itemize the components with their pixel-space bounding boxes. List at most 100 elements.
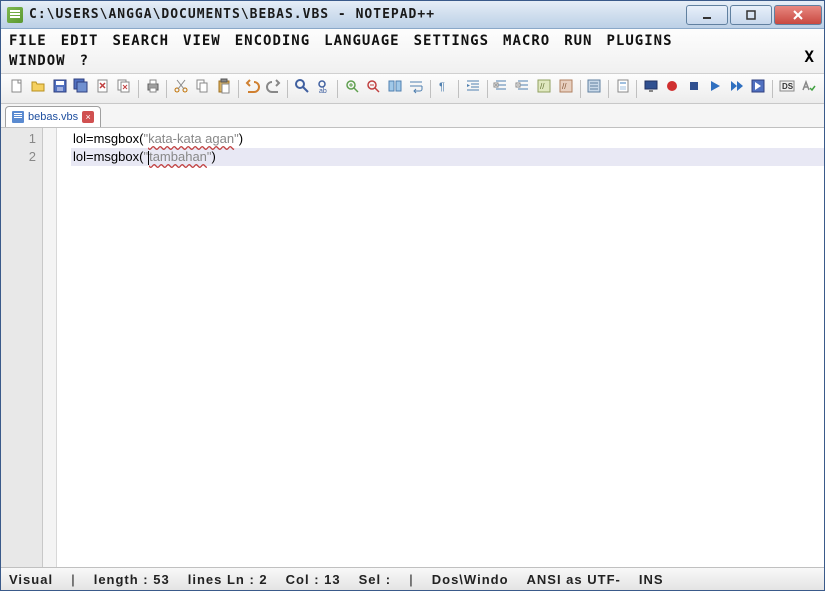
toolbar-paste[interactable] [214,78,233,100]
code-line-1[interactable]: lol=msgbox("kata-kata agan") [71,130,824,148]
toolbar-indent[interactable] [463,78,482,100]
code-area[interactable]: lol=msgbox("kata-kata agan")lol=msgbox("… [71,128,824,567]
window-title: C:\USERS\ANGGA\DOCUMENTS\BEBAS.VBS - NOT… [29,7,686,22]
status-col-value: 13 [324,572,340,587]
editor-area: 12 lol=msgbox("kata-kata agan")lol=msgbo… [1,128,824,568]
toolbar-wrap[interactable] [407,78,426,100]
maximize-button[interactable] [730,5,772,25]
tab-close-button[interactable]: × [82,111,94,123]
indent-icon [465,78,481,99]
status-length-value: 53 [153,572,169,587]
close-icon [95,78,111,99]
menu-encoding[interactable]: ENCODING [235,33,310,49]
toolbar-save-all[interactable] [71,78,90,100]
toolbar-monitor[interactable] [641,78,660,100]
toolbar-separator [287,80,288,98]
redo-icon [266,78,282,99]
save-all-icon [73,78,89,99]
toolbar-separator [580,80,581,98]
toolbar-separator [166,80,167,98]
menu-edit[interactable]: EDIT [61,33,99,49]
menu-help[interactable]: ? [80,53,89,69]
toolbar-copy[interactable] [193,78,212,100]
toolbar-all-chars[interactable]: ¶ [435,78,454,100]
line-number: 2 [1,148,36,166]
window-controls [686,5,822,25]
toolbar-ds[interactable]: DS [777,78,796,100]
svg-text:¶: ¶ [439,81,445,93]
tab-bebas-vbs[interactable]: bebas.vbs × [5,106,101,127]
copy-icon [194,78,210,99]
menu-view[interactable]: VIEW [183,33,221,49]
menu-search[interactable]: SEARCH [112,33,169,49]
menu-bar: FILE EDIT SEARCH VIEW ENCODING LANGUAGE SETTIN… [1,29,824,74]
toolbar-close-all[interactable] [114,78,133,100]
menu-run[interactable]: RUN [564,33,592,49]
toolbar-unfold[interactable] [513,78,532,100]
status-bar: Visual | length : 53 lines Ln : 2 Col : … [1,568,824,590]
toolbar-save-macro[interactable] [749,78,768,100]
uncomment-icon: // [558,78,574,99]
save-macro-icon [750,78,766,99]
status-length-label: length : [94,572,149,587]
unfold-icon [515,78,531,99]
status-lines-label: lines Ln : [188,572,255,587]
comment-icon: // [536,78,552,99]
svg-text://: // [562,82,567,91]
toolbar-open[interactable] [28,78,47,100]
toolbar-func-list[interactable] [585,78,604,100]
close-all-icon [116,78,132,99]
tab-label: bebas.vbs [28,111,78,123]
file-icon [12,111,24,123]
toolbar-separator [487,80,488,98]
svg-text:ab: ab [319,88,327,94]
toolbar-sync[interactable] [385,78,404,100]
menu-plugins[interactable]: PLUGINS [607,33,673,49]
undo-icon [244,78,260,99]
toolbar-find[interactable] [292,78,311,100]
toolbar-uncomment[interactable]: // [556,78,575,100]
toolbar-save[interactable] [50,78,69,100]
toolbar-separator [138,80,139,98]
title-bar[interactable]: C:\USERS\ANGGA\DOCUMENTS\BEBAS.VBS - NOT… [1,1,824,29]
menu-settings[interactable]: SETTINGS [414,33,489,49]
toolbar-play-multi[interactable] [727,78,746,100]
menu-window[interactable]: WINDOW [9,53,66,69]
fold-icon [493,78,509,99]
toolbar-print[interactable] [143,78,162,100]
toolbar-record[interactable] [663,78,682,100]
toolbar-undo[interactable] [242,78,261,100]
code-line-2[interactable]: lol=msgbox("tambahan") [71,148,824,166]
toolbar-redo[interactable] [264,78,283,100]
func-list-icon [586,78,602,99]
toolbar-spell[interactable] [798,78,817,100]
fold-margin[interactable] [43,128,57,567]
zoom-out-icon [365,78,381,99]
find-icon [294,78,310,99]
toolbar-replace[interactable]: ab [314,78,333,100]
svg-text://: // [540,82,545,91]
toolbar-play[interactable] [706,78,725,100]
new-icon [9,78,25,99]
status-os: Dos\Windo [432,572,509,587]
minimize-button[interactable] [686,5,728,25]
toolbar-zoom-in[interactable] [342,78,361,100]
menu-macro[interactable]: MACRO [503,33,550,49]
menu-file[interactable]: FILE [9,33,47,49]
menu-language[interactable]: LANGUAGE [324,33,399,49]
mdi-close-button[interactable]: X [804,47,814,66]
toolbar-new[interactable] [7,78,26,100]
toolbar-doc-map[interactable] [613,78,632,100]
toolbar-comment[interactable]: // [535,78,554,100]
status-insert-mode: INS [639,572,664,587]
replace-icon: ab [316,78,332,99]
play-multi-icon [729,78,745,99]
cut-icon [173,78,189,99]
toolbar-stop[interactable] [684,78,703,100]
toolbar-fold[interactable] [492,78,511,100]
spell-icon [800,78,816,99]
close-button[interactable] [774,5,822,25]
toolbar-cut[interactable] [171,78,190,100]
toolbar-zoom-out[interactable] [364,78,383,100]
toolbar-close[interactable] [93,78,112,100]
